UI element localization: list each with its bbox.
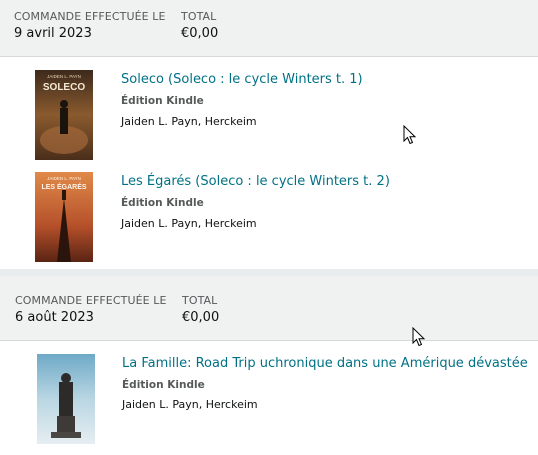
order-items: JAIDEN L. PAYN SOLECO Soleco (Soleco : l… (0, 57, 538, 269)
order-items: La Famille: Road Trip uchronique dans un… (0, 341, 538, 455)
order-date-label: COMMANDE EFFECTUÉE LE (15, 294, 167, 307)
order-total: €0,00 (182, 310, 220, 325)
order-date: 9 avril 2023 (14, 26, 92, 41)
order-date-label: COMMANDE EFFECTUÉE LE (14, 10, 166, 23)
book-cover-les-egares[interactable]: JAIDEN L. PAYN LES ÉGARÉS (35, 172, 93, 262)
mouse-pointer-icon (403, 125, 417, 145)
item-authors: Jaiden L. Payn, Herckeim (122, 398, 258, 411)
svg-text:SOLECO: SOLECO (43, 82, 85, 93)
order-separator (0, 269, 538, 276)
item-format: Édition Kindle (121, 197, 204, 209)
svg-text:JAIDEN L. PAYN: JAIDEN L. PAYN (47, 74, 81, 79)
order-total: €0,00 (181, 26, 219, 41)
order-date: 6 août 2023 (15, 310, 94, 325)
item-title-link[interactable]: Les Égarés (Soleco : le cycle Winters t.… (121, 174, 390, 189)
order-total-label: TOTAL (181, 10, 217, 23)
mouse-pointer-icon (412, 327, 426, 347)
item-format: Édition Kindle (122, 379, 205, 391)
order-total-label: TOTAL (182, 294, 218, 307)
svg-text:LES ÉGARÉS: LES ÉGARÉS (41, 182, 86, 191)
item-title-link[interactable]: Soleco (Soleco : le cycle Winters t. 1) (121, 72, 363, 87)
svg-text:JAIDEN L. PAYN: JAIDEN L. PAYN (47, 176, 81, 181)
item-authors: Jaiden L. Payn, Herckeim (121, 115, 257, 128)
item-authors: Jaiden L. Payn, Herckeim (121, 217, 257, 230)
book-cover-soleco[interactable]: JAIDEN L. PAYN SOLECO (35, 70, 93, 160)
book-cover-la-famille[interactable] (37, 354, 95, 444)
order-header: COMMANDE EFFECTUÉE LE 6 août 2023 TOTAL … (0, 276, 538, 340)
order-header: COMMANDE EFFECTUÉE LE 9 avril 2023 TOTAL… (0, 0, 538, 56)
item-title-link[interactable]: La Famille: Road Trip uchronique dans un… (122, 356, 528, 371)
item-format: Édition Kindle (121, 95, 204, 107)
